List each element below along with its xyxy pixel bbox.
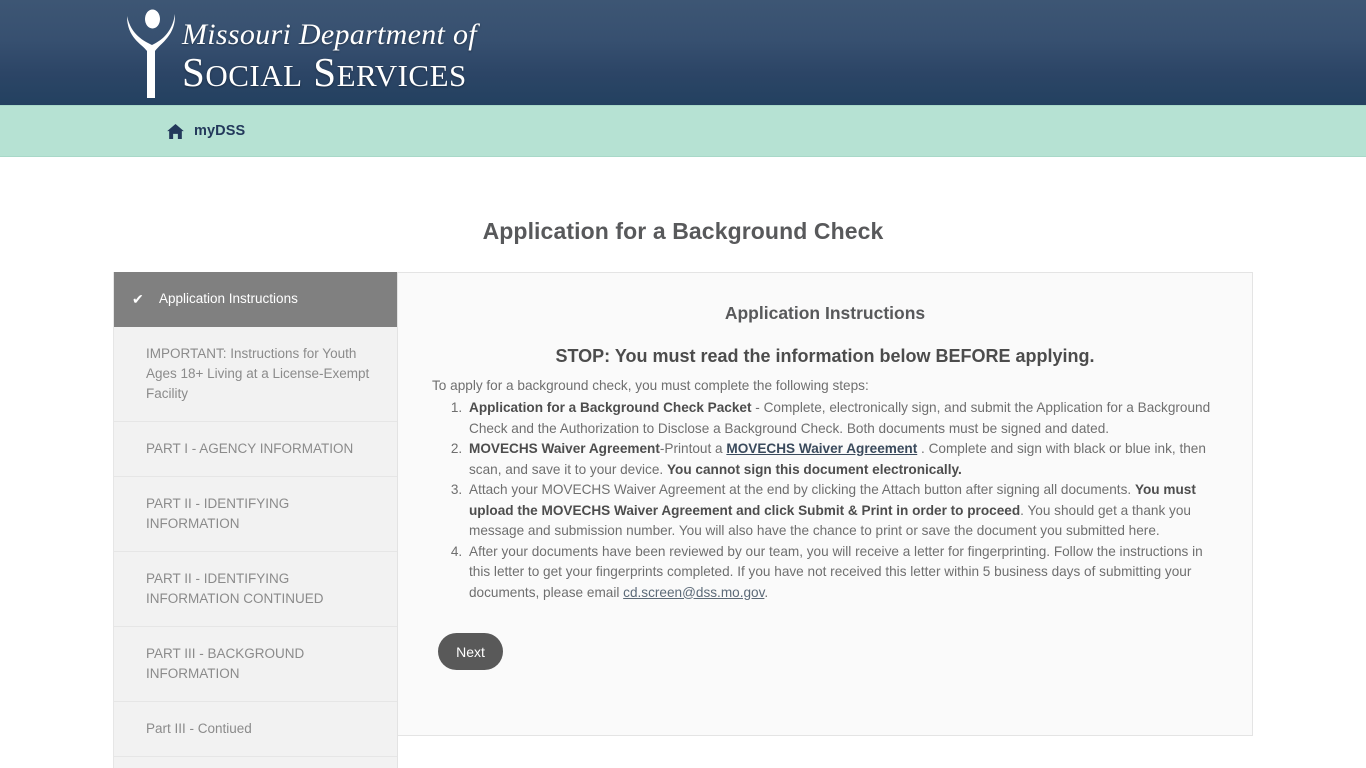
nav-item-mydss-label: myDSS	[194, 123, 245, 139]
sidebar-item-label: PART III - BACKGROUND INFORMATION	[146, 644, 375, 684]
panel-heading: Application Instructions	[428, 303, 1222, 324]
sidebar-item-2[interactable]: PART I - AGENCY INFORMATION	[114, 422, 397, 477]
brand-ocial: OCIAL	[205, 58, 302, 93]
sidebar-item-label: PART I - AGENCY INFORMATION	[146, 439, 353, 459]
panel-warning-text: STOP: You must read the information belo…	[428, 346, 1222, 367]
sidebar-item-label: Application Instructions	[159, 289, 298, 309]
home-icon	[166, 122, 185, 141]
sidebar-item-0[interactable]: ✔ Application Instructions	[114, 272, 397, 327]
wizard-layout: ✔ Application Instructions IMPORTANT: Inst…	[113, 272, 1253, 768]
instruction-steps-list: Application for a Background Check Packe…	[428, 398, 1222, 603]
step-bold-text: You cannot sign this document electronic…	[667, 462, 962, 477]
page-title: Application for a Background Check	[0, 218, 1366, 245]
step-text: Attach your MOVECHS Waiver Agreement at …	[469, 482, 1135, 497]
person-figure-icon	[122, 4, 180, 100]
sidebar-item-label: IMPORTANT: Instructions for Youth Ages 1…	[146, 344, 375, 404]
instruction-step: Attach your MOVECHS Waiver Agreement at …	[466, 480, 1222, 542]
sidebar-item-7[interactable]: PART III - Continued Information	[114, 757, 397, 768]
sidebar-item-3[interactable]: PART II - IDENTIFYING INFORMATION	[114, 477, 397, 552]
wizard-content-panel: Application Instructions STOP: You must …	[397, 272, 1253, 736]
panel-lead-text: To apply for a background check, you mus…	[432, 376, 1222, 396]
brand-s2: S	[313, 49, 336, 95]
wizard-step-sidebar: ✔ Application Instructions IMPORTANT: Inst…	[113, 272, 398, 768]
instruction-step: Application for a Background Check Packe…	[466, 398, 1222, 439]
brand-ervices: ERVICES	[337, 58, 467, 93]
sidebar-item-5[interactable]: PART III - BACKGROUND INFORMATION	[114, 627, 397, 702]
step-text: -Printout a	[660, 441, 727, 456]
main-navigation-bar: myDSS	[0, 105, 1366, 157]
sidebar-item-label: PART II - IDENTIFYING INFORMATION	[146, 494, 375, 534]
check-icon: ✔	[132, 292, 149, 306]
site-header: Missouri Department of SOCIAL SERVICES	[0, 0, 1366, 105]
step-text: .	[764, 585, 768, 600]
step-bold-text: MOVECHS Waiver Agreement	[469, 441, 660, 456]
brand-wordmark: Missouri Department of SOCIAL SERVICES	[182, 4, 477, 94]
next-button[interactable]: Next	[438, 633, 503, 670]
brand-logo[interactable]: Missouri Department of SOCIAL SERVICES	[122, 4, 477, 100]
brand-line-2: SOCIAL SERVICES	[182, 51, 477, 94]
sidebar-item-label: Part III - Contiued	[146, 719, 252, 739]
sidebar-item-1[interactable]: IMPORTANT: Instructions for Youth Ages 1…	[114, 327, 397, 422]
step-text: After your documents have been reviewed …	[469, 544, 1203, 600]
brand-line-1: Missouri Department of	[182, 20, 477, 50]
sidebar-item-label: PART II - IDENTIFYING INFORMATION CONTIN…	[146, 569, 375, 609]
step-bold-text: Application for a Background Check Packe…	[469, 400, 752, 415]
sidebar-item-4[interactable]: PART II - IDENTIFYING INFORMATION CONTIN…	[114, 552, 397, 627]
sidebar-item-6[interactable]: Part III - Contiued	[114, 702, 397, 757]
nav-item-mydss[interactable]: myDSS	[166, 122, 245, 141]
instruction-step: MOVECHS Waiver Agreement-Printout a MOVE…	[466, 439, 1222, 480]
brand-s1: S	[182, 49, 205, 95]
movechs-waiver-link[interactable]: MOVECHS Waiver Agreement	[726, 441, 917, 456]
email-link[interactable]: cd.screen@dss.mo.gov	[623, 585, 764, 600]
instruction-step: After your documents have been reviewed …	[466, 542, 1222, 604]
